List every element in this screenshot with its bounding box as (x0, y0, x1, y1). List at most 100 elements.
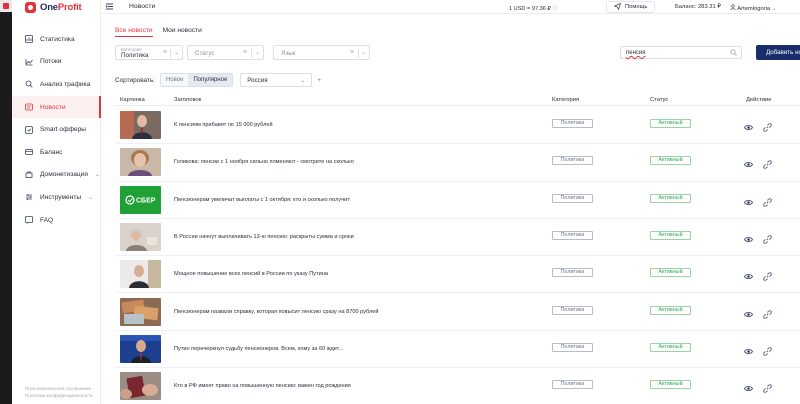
privacy-link[interactable]: Политика конфиденциальности (25, 392, 93, 399)
news-thumbnail[interactable] (120, 222, 161, 251)
table-header: Картинка Заголовок Категория Статус Дейс… (115, 96, 800, 106)
sidebar-item-label: Новости (40, 103, 66, 111)
search-icon[interactable] (730, 49, 737, 58)
logo-icon (25, 1, 36, 13)
link-icon[interactable] (763, 119, 772, 132)
category-select-value: Политика (121, 52, 149, 59)
news-thumbnail[interactable] (120, 297, 161, 326)
column-header-title: Заголовок (174, 97, 202, 103)
balance-display: Баланс: 283.31 ₽ (675, 4, 721, 10)
chevron-down-icon: ⌄ (361, 50, 367, 56)
news-title[interactable]: К пенсиям прибавят по 15 000 рублей (174, 122, 273, 128)
news-title[interactable]: Кто в РФ имеет право на повышенную пенси… (174, 383, 351, 389)
tab-my-news[interactable]: Мои новости (163, 27, 202, 37)
sidebar-item-smart-offers[interactable]: Smart офферы (12, 118, 101, 141)
help-button[interactable]: Помощь (606, 1, 656, 13)
news-title[interactable]: Пенсионерам увеличат выплаты с 1 октября… (174, 197, 350, 203)
language-select[interactable]: Язык × ⌄ (273, 45, 370, 60)
sidebar-item-monetization[interactable]: Домонетизация ⌄ (12, 164, 101, 187)
column-header-actions: Действие (746, 97, 772, 103)
table-row: Голикова: пенсии с 1 ноября сильно помен… (115, 144, 800, 182)
link-icon[interactable] (763, 343, 772, 356)
sidebar-item-tools[interactable]: Инструменты ⌄ (12, 186, 101, 209)
category-select[interactable]: Категория Политика × ⌄ (115, 45, 183, 60)
link-icon[interactable] (763, 231, 772, 244)
help-label: Помощь (625, 4, 648, 10)
logo[interactable]: OneProfit (25, 0, 82, 14)
language-select-placeholder: Язык (281, 50, 296, 57)
chevron-down-icon: ⌄ (174, 50, 180, 56)
news-thumbnail[interactable] (120, 148, 161, 177)
status-badge: Активный (650, 230, 691, 240)
chevron-down-icon: ⌄ (771, 6, 777, 12)
add-news-button[interactable]: Добавить новость (756, 45, 800, 60)
news-title[interactable]: Голикова: пенсии с 1 ноября сильно помен… (174, 159, 354, 165)
sidebar-item-label: Анализ трафика (40, 80, 91, 88)
sidebar-item-news[interactable]: Новости (12, 95, 101, 119)
tab-all-news[interactable]: Все новости (115, 27, 153, 37)
sidebar-item-balance[interactable]: Баланс (12, 141, 101, 164)
sidebar-item-flows[interactable]: Потоки (12, 51, 101, 74)
news-title[interactable]: Пенсионерам назвали справку, которая пов… (174, 309, 379, 315)
user-menu[interactable]: Artemlogoria ⌄ (730, 4, 777, 12)
news-thumbnail[interactable] (120, 372, 161, 401)
select-divider (251, 49, 252, 58)
view-icon[interactable] (744, 119, 753, 130)
sidebar-item-statistics[interactable]: Статистика (12, 28, 101, 51)
table-row: Кто в РФ имеет право на повышенную пенси… (115, 368, 800, 404)
view-icon[interactable] (744, 380, 753, 392)
clear-icon[interactable]: × (163, 49, 167, 56)
status-badge: Активный (650, 268, 691, 278)
news-title[interactable]: Путин перечеркнул судьбу пенсионеров. Вс… (174, 346, 343, 352)
chevron-down-icon: ⌄ (300, 78, 306, 84)
link-icon[interactable] (763, 194, 772, 207)
app-window: OneProfit Статистика Потоки Анализ трафи… (12, 0, 800, 404)
news-thumbnail[interactable] (120, 260, 161, 289)
status-select-placeholder: Статус (195, 50, 215, 57)
view-icon[interactable] (744, 231, 753, 242)
view-icon[interactable] (744, 306, 753, 317)
stats-icon (25, 35, 33, 44)
sort-row: Сортировать: Новое Популярное Россия ⌄ + (115, 73, 321, 87)
topbar: Новости 1 USD = 97.36 ₽ ⓘ Помощь Баланс:… (101, 0, 800, 14)
link-icon[interactable] (763, 380, 772, 393)
sort-option-new[interactable]: Новое (161, 74, 188, 86)
sidebar-item-faq[interactable]: FAQ (12, 209, 101, 232)
status-select[interactable]: Статус × ⌄ (187, 45, 264, 60)
table-row: В России начнут выплачивать 13-ю пенсию:… (115, 219, 800, 257)
link-icon[interactable] (763, 268, 772, 281)
news-thumbnail[interactable] (120, 334, 161, 363)
link-icon[interactable] (763, 156, 772, 169)
view-icon[interactable] (744, 194, 753, 205)
logo-text-part2: Profit (57, 1, 82, 13)
flows-icon (25, 58, 33, 66)
news-thumbnail[interactable] (120, 111, 161, 139)
news-thumbnail[interactable]: СБЕР (120, 185, 161, 214)
region-select-value: Россия (247, 77, 268, 84)
view-icon[interactable] (744, 343, 753, 354)
add-region-icon[interactable]: + (317, 77, 321, 84)
news-title[interactable]: Мощное повышение всех пенсий в России по… (174, 271, 328, 277)
category-badge: Политика (552, 119, 593, 128)
menu-toggle-icon[interactable] (105, 2, 114, 13)
category-badge: Политика (552, 305, 593, 315)
news-title[interactable]: В России начнут выплачивать 13-ю пенсию:… (174, 234, 354, 240)
view-icon[interactable] (744, 268, 753, 280)
sort-option-popular[interactable]: Популярное (188, 74, 233, 86)
sidebar-nav: Статистика Потоки Анализ трафика Новости (12, 28, 101, 231)
link-icon[interactable] (763, 306, 772, 319)
clear-icon[interactable]: × (243, 49, 247, 56)
sidebar-item-traffic-analysis[interactable]: Анализ трафика (12, 73, 101, 96)
terms-link[interactable]: Пользовательское соглашение (25, 385, 93, 392)
sort-label: Сортировать: (115, 76, 155, 84)
region-select[interactable]: Россия ⌄ (240, 73, 313, 87)
table-row: Мощное повышение всех пенсий в России по… (115, 256, 800, 294)
view-icon[interactable] (744, 156, 753, 168)
clear-icon[interactable]: × (350, 49, 354, 56)
sidebar-item-label: FAQ (40, 216, 54, 224)
search-input[interactable]: пенсия (620, 46, 742, 59)
search-input-value: пенсия (626, 50, 646, 56)
category-badge: Политика (552, 230, 593, 240)
status-badge: Активный (650, 156, 691, 166)
smart-offers-icon (25, 125, 33, 134)
